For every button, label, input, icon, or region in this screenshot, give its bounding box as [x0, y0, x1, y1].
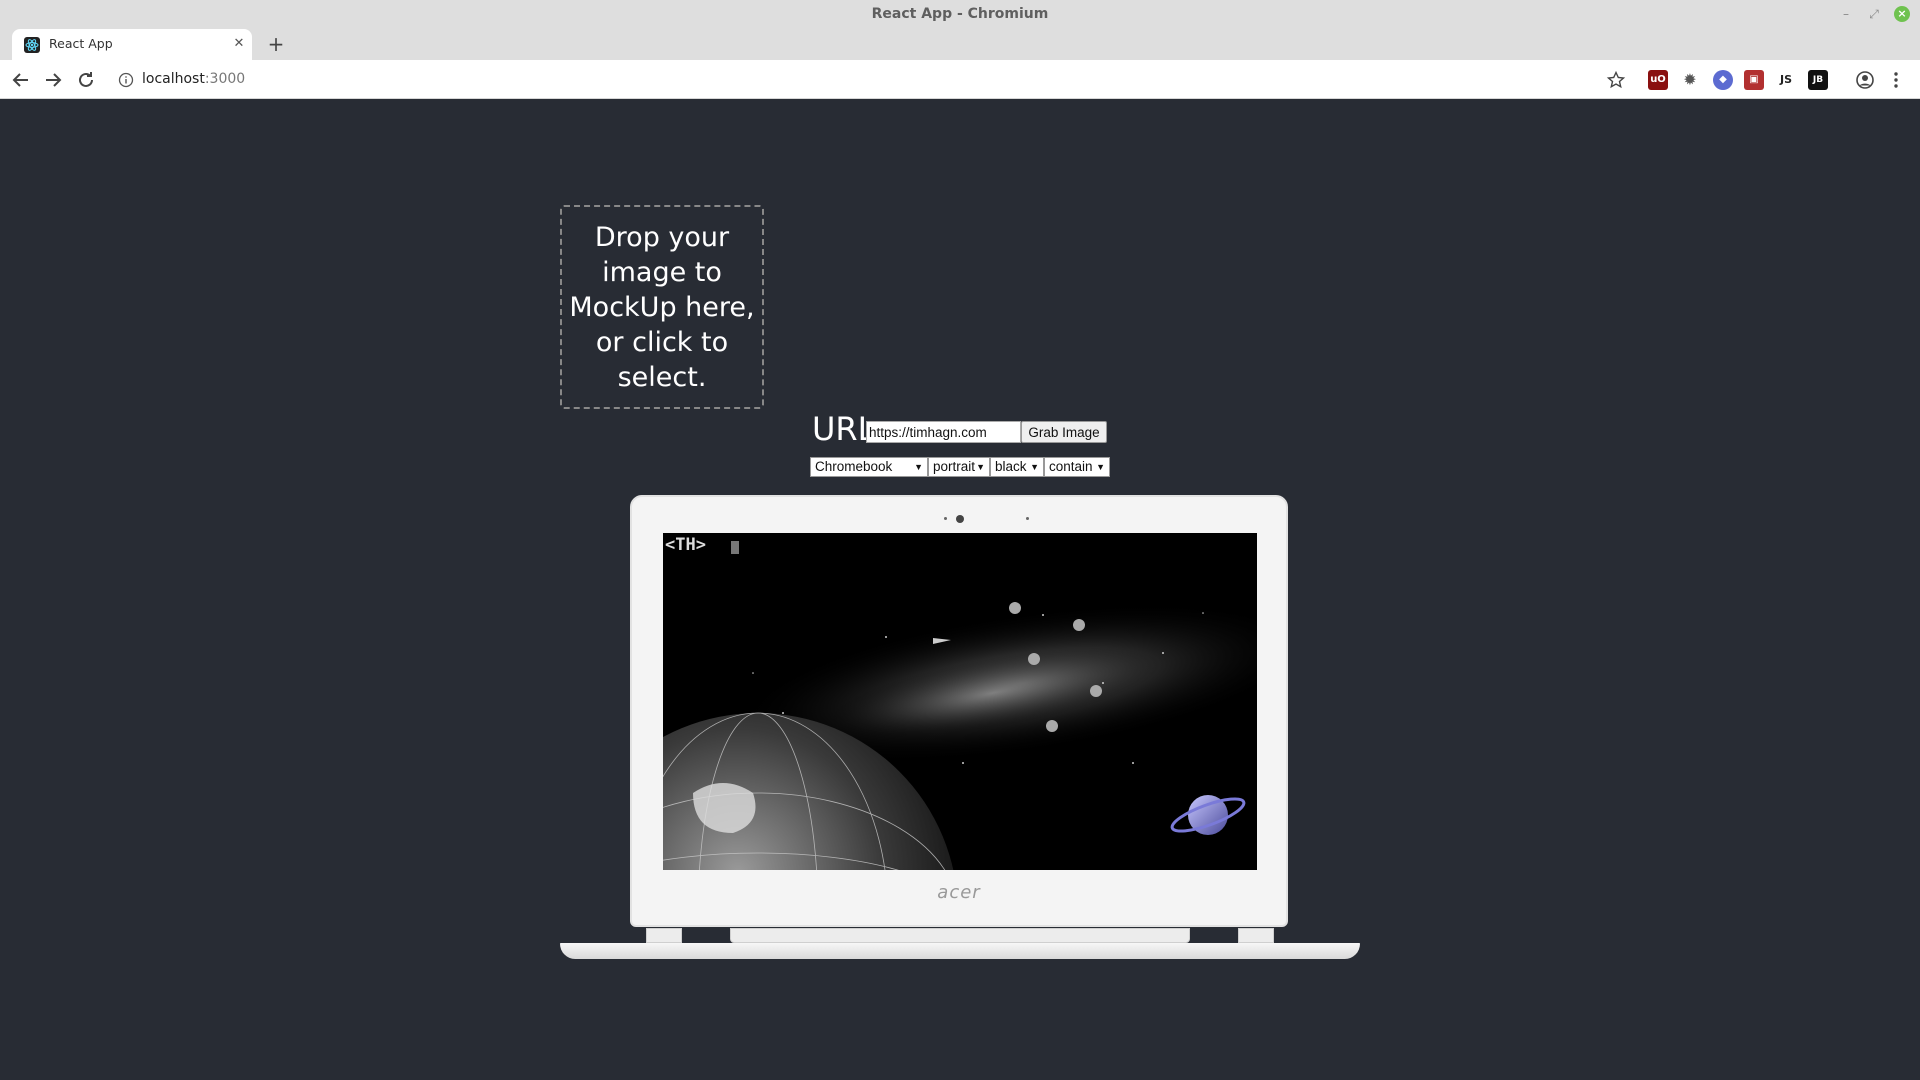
back-arrow-icon[interactable] — [9, 68, 33, 92]
profile-icon[interactable] — [1855, 70, 1875, 90]
laptop-hinge-right — [1238, 928, 1274, 943]
laptop-brand-logo: acer — [937, 882, 981, 903]
bookmark-star-icon[interactable] — [1606, 70, 1626, 90]
laptop-hinge-left — [646, 928, 682, 943]
laptop-mockup: <TH> acer — [560, 495, 1360, 959]
orientation-select-value: portrait — [933, 459, 976, 474]
red-extension-icon[interactable]: ▣ — [1744, 70, 1764, 90]
chevron-down-icon: ▼ — [1030, 462, 1039, 472]
jb-extension-icon[interactable]: JB — [1808, 70, 1828, 90]
window-title: React App - Chromium — [871, 6, 1049, 22]
laptop-base — [560, 943, 1360, 959]
address-bar[interactable]: localhost:3000 — [110, 66, 1610, 94]
url-port: :3000 — [204, 71, 246, 87]
ublock-extension-icon[interactable]: uO — [1648, 70, 1668, 90]
window-titlebar: React App - Chromium – ⤢ × — [0, 0, 1920, 29]
chevron-down-icon: ▼ — [914, 462, 923, 472]
gear-extension-icon[interactable]: ✹ — [1680, 70, 1700, 90]
kebab-menu-icon[interactable] — [1886, 70, 1906, 90]
orientation-select[interactable]: portrait ▼ — [928, 457, 990, 477]
maximize-icon[interactable]: ⤢ — [1866, 6, 1882, 22]
image-dropzone[interactable]: Drop your image to MockUp here, or click… — [560, 205, 764, 409]
minimize-icon[interactable]: – — [1838, 6, 1854, 22]
url-text: localhost:3000 — [142, 71, 245, 87]
js-extension-icon[interactable]: JS — [1776, 70, 1796, 90]
tab-close-icon[interactable]: ✕ — [231, 36, 247, 52]
webcam-icon — [956, 515, 964, 523]
new-tab-icon[interactable]: + — [264, 33, 288, 57]
info-icon[interactable] — [118, 72, 134, 88]
tab-react-app[interactable]: React App ✕ — [12, 29, 252, 60]
color-select[interactable]: black ▼ — [990, 457, 1044, 477]
tab-title: React App — [49, 36, 113, 51]
reload-icon[interactable] — [74, 68, 98, 92]
close-window-icon[interactable]: × — [1894, 6, 1910, 22]
react-favicon-icon — [24, 37, 40, 53]
laptop-hinge-middle — [730, 928, 1190, 943]
tab-strip: React App ✕ + — [0, 29, 1920, 60]
space-scene-image — [663, 533, 1257, 870]
browser-toolbar: localhost:3000 uO ✹ ◆ ▣ JS JB — [0, 60, 1920, 99]
device-select[interactable]: Chromebook ▼ — [810, 457, 928, 477]
laptop-lid: <TH> acer — [630, 495, 1288, 927]
fit-select[interactable]: contain ▼ — [1044, 457, 1110, 477]
color-select-value: black — [995, 459, 1027, 474]
sensor-dot-icon — [1026, 517, 1029, 520]
grab-image-button[interactable]: Grab Image — [1021, 421, 1107, 443]
url-host: localhost — [142, 71, 205, 87]
fit-select-value: contain — [1049, 459, 1093, 474]
chevron-down-icon: ▼ — [1096, 462, 1105, 472]
site-logo: <TH> — [665, 535, 706, 555]
forward-arrow-icon[interactable] — [41, 68, 65, 92]
camera-dot-icon — [944, 517, 947, 520]
app-content: Drop your image to MockUp here, or click… — [0, 100, 1920, 1080]
device-select-value: Chromebook — [815, 459, 893, 474]
laptop-screen: <TH> — [663, 533, 1257, 870]
shield-extension-icon[interactable]: ◆ — [1713, 70, 1733, 90]
terminal-cursor-icon — [731, 541, 739, 554]
chevron-down-icon: ▼ — [976, 462, 985, 472]
dropzone-text: Drop your image to MockUp here, or click… — [569, 221, 755, 393]
url-input[interactable] — [866, 421, 1021, 443]
